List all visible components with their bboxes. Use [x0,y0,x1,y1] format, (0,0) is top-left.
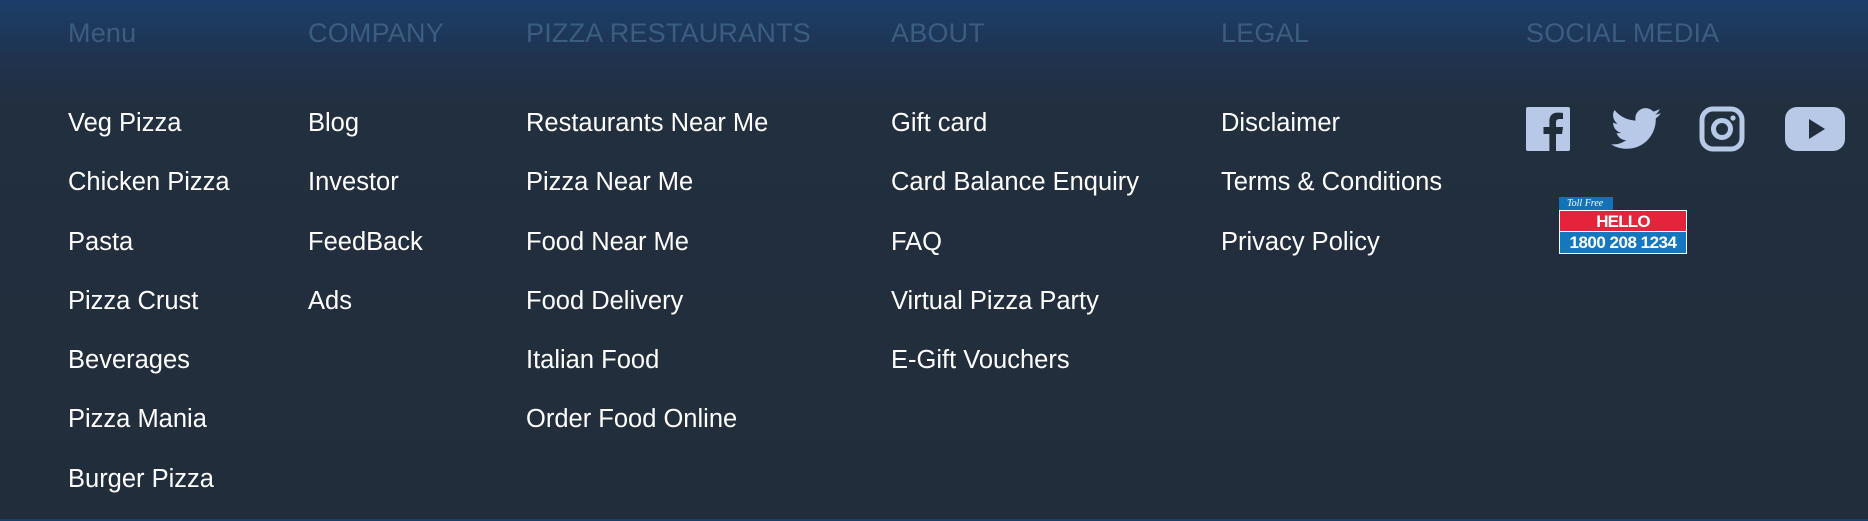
company-link-ads[interactable]: Ads [308,284,352,318]
restaurants-link-food-near-me[interactable]: Food Near Me [526,225,689,259]
menu-link-veg-pizza[interactable]: Veg Pizza [68,106,181,140]
about-heading: ABOUT [891,18,986,48]
about-link-e-gift-vouchers[interactable]: E-Gift Vouchers [891,343,1070,377]
menu-list: Veg Pizza Chicken Pizza Pasta Pizza Crus… [68,106,230,521]
badge-name: HELLO DOMINO'S [1559,210,1687,253]
menu-link-chicken-pizza[interactable]: Chicken Pizza [68,165,230,199]
about-link-gift-card[interactable]: Gift card [891,106,987,140]
company-link-blog[interactable]: Blog [308,106,359,140]
restaurants-link-near-me[interactable]: Restaurants Near Me [526,106,768,140]
company-link-investor[interactable]: Investor [308,165,399,199]
about-link-virtual-pizza-party[interactable]: Virtual Pizza Party [891,284,1099,318]
legal-link-privacy[interactable]: Privacy Policy [1221,225,1380,259]
restaurants-link-pizza-near-me[interactable]: Pizza Near Me [526,165,693,199]
menu-link-pizza-crust[interactable]: Pizza Crust [68,284,198,318]
social-heading: SOCIAL MEDIA [1526,18,1720,48]
menu-link-beverages[interactable]: Beverages [68,343,190,377]
youtube-icon[interactable] [1785,107,1845,151]
company-heading: COMPANY [308,18,444,48]
restaurants-link-italian-food[interactable]: Italian Food [526,343,659,377]
restaurants-link-food-delivery[interactable]: Food Delivery [526,284,683,318]
menu-link-burger-pizza[interactable]: Burger Pizza [68,462,214,496]
legal-link-disclaimer[interactable]: Disclaimer [1221,106,1340,140]
badge-tag: Toll Free [1559,197,1613,211]
company-link-feedback[interactable]: FeedBack [308,225,423,259]
toll-free-badge[interactable]: Toll Free HELLO DOMINO'S 1800 208 1234 [1559,197,1687,255]
restaurants-heading: PIZZA RESTAURANTS [526,18,811,48]
instagram-icon[interactable] [1699,106,1745,152]
legal-link-terms[interactable]: Terms & Conditions [1221,165,1442,199]
facebook-icon[interactable] [1526,107,1570,151]
legal-heading: LEGAL [1221,18,1310,48]
legal-list: Disclaimer Terms & Conditions Privacy Po… [1221,106,1442,284]
badge-number: 1800 208 1234 [1559,232,1687,254]
restaurants-list: Restaurants Near Me Pizza Near Me Food N… [526,106,768,462]
company-list: Blog Investor FeedBack Ads [308,106,423,343]
restaurants-link-order-food-online[interactable]: Order Food Online [526,402,737,436]
menu-link-pasta[interactable]: Pasta [68,225,133,259]
about-link-faq[interactable]: FAQ [891,225,942,259]
about-list: Gift card Card Balance Enquiry FAQ Virtu… [891,106,1139,402]
twitter-icon[interactable] [1611,107,1661,151]
menu-heading: Menu [68,18,137,48]
social-icons [1526,106,1845,152]
menu-link-pizza-mania[interactable]: Pizza Mania [68,402,207,436]
about-link-card-balance[interactable]: Card Balance Enquiry [891,165,1139,199]
